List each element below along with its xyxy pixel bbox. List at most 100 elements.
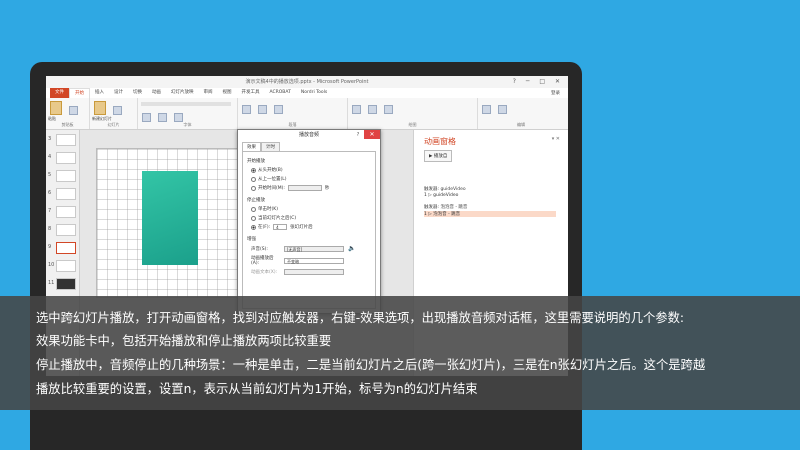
thumb-number: 8 [48, 226, 52, 232]
help-icon[interactable]: ? [352, 130, 364, 140]
align-icon[interactable] [274, 105, 284, 114]
start-option-beginning[interactable]: 从头开始(B) [251, 167, 371, 173]
play-audio-dialog: 播放音频 ? ✕ 效果 计时 开始播放 从头开始(B) 从上一位置(L) 开始时… [237, 129, 381, 314]
dialog-controls: ? ✕ [352, 130, 380, 140]
replace-icon[interactable] [498, 105, 508, 114]
slide-thumbnail[interactable] [56, 206, 76, 218]
tab-developer[interactable]: 开发工具 [237, 88, 265, 98]
animation-item[interactable]: 1 ▷ guideVideo [424, 193, 556, 199]
tab-nordri-tools[interactable]: Nordri Tools [296, 88, 332, 98]
sound-row: 声音(S): [无声音] 🔈 [251, 245, 371, 252]
thumb-number: 7 [48, 208, 52, 214]
sound-select[interactable]: [无声音] [284, 245, 344, 252]
underline-icon[interactable] [174, 113, 184, 122]
dialog-title: 播放音频 [298, 132, 319, 138]
quick-styles-icon[interactable] [384, 105, 394, 114]
slide-thumbnail[interactable] [56, 152, 76, 164]
teal-shape[interactable] [142, 171, 198, 265]
animation-item-selected[interactable]: 1 ▷ 泡泡音 - 跳音 [424, 211, 556, 217]
slide-thumbnail[interactable] [56, 224, 76, 236]
after-animation-select[interactable]: 不变暗 [284, 257, 344, 264]
radio-icon[interactable] [251, 206, 256, 212]
thumb-number: 9 [48, 244, 52, 250]
radio-icon[interactable] [251, 176, 256, 182]
tab-view[interactable]: 视图 [218, 88, 237, 98]
slide-thumbnail[interactable] [56, 278, 76, 290]
close-icon[interactable]: ✕ [364, 130, 380, 139]
group-label-slides: 幻灯片 [107, 122, 120, 127]
numbering-icon[interactable] [258, 105, 268, 114]
seconds-unit: 秒 [324, 186, 330, 191]
shapes-icon[interactable] [352, 105, 361, 114]
tab-file[interactable]: 文件 [50, 88, 69, 98]
title-bar: 演示文稿4中的播放选项.pptx - Microsoft PowerPoint … [46, 76, 568, 88]
find-icon[interactable] [482, 105, 491, 114]
radio-selected-icon[interactable] [251, 167, 256, 173]
slide-thumbnail[interactable] [56, 260, 76, 272]
paste-icon[interactable] [50, 101, 62, 115]
slide-thumbnail[interactable] [56, 188, 76, 200]
italic-icon[interactable] [158, 113, 168, 122]
tab-animations[interactable]: 动画 [147, 88, 166, 98]
tab-home[interactable]: 开始 [69, 88, 90, 98]
bullets-icon[interactable] [242, 105, 251, 114]
bold-icon[interactable] [142, 113, 151, 122]
tab-transitions[interactable]: 切换 [128, 88, 147, 98]
group-clipboard: 粘贴 剪贴板 [46, 98, 90, 129]
radio-icon[interactable] [251, 185, 256, 191]
user-login[interactable]: 登录 [551, 90, 568, 96]
cut-icon[interactable] [69, 106, 79, 115]
tab-effect[interactable]: 效果 [242, 142, 261, 151]
window-controls[interactable]: ? ─ □ ✕ [513, 78, 564, 85]
new-slide-icon[interactable] [94, 101, 106, 115]
tab-acrobat[interactable]: ACROBAT [265, 88, 296, 98]
tab-slideshow[interactable]: 幻灯片放映 [166, 88, 199, 98]
option-label: 在(F): [258, 225, 271, 230]
option-label: 单击时(K) [258, 207, 278, 212]
ribbon-body: 粘贴 剪贴板 新建幻灯片 幻灯片 字体 段落 绘图 编辑 [46, 98, 568, 130]
dialog-body: 开始播放 从头开始(B) 从上一位置(L) 开始时间(M): 秒 停止播放 单击… [242, 151, 376, 309]
enhance-section-label: 增强 [247, 237, 256, 242]
start-option-last-position[interactable]: 从上一位置(L) [251, 176, 371, 182]
thumb-number: 4 [48, 154, 52, 160]
tab-review[interactable]: 审阅 [199, 88, 218, 98]
slide-thumbnail[interactable] [56, 170, 76, 182]
arrange-icon[interactable] [368, 105, 378, 114]
tab-insert[interactable]: 插入 [90, 88, 109, 98]
group-label-font: 字体 [183, 122, 192, 127]
stop-option-click[interactable]: 单击时(K) [251, 206, 371, 212]
dialog-tabs: 效果 计时 [238, 142, 380, 151]
option-label: 从头开始(B) [258, 168, 283, 173]
radio-icon[interactable] [251, 215, 256, 221]
slides-after-label: 张幻灯片后 [290, 225, 313, 230]
slide-thumbnail[interactable] [56, 134, 76, 146]
caption-line-1: 选中跨幻灯片播放，打开动画窗格，找到对应触发器，右键-效果选项，出现播放音频对话… [36, 311, 685, 325]
thumb-number: 5 [48, 172, 52, 178]
start-time-field[interactable] [287, 185, 322, 191]
animate-text-select[interactable] [284, 269, 344, 275]
group-editing: 编辑 [478, 98, 564, 129]
thumb-number: 3 [48, 136, 52, 142]
slide-count-field[interactable]: 4 [273, 224, 288, 230]
start-option-time[interactable]: 开始时间(M): 秒 [251, 185, 371, 191]
stop-option-after-n[interactable]: 在(F): 4 张幻灯片后 [251, 224, 371, 230]
radio-selected-icon[interactable] [251, 224, 256, 230]
layout-icon[interactable] [113, 106, 123, 115]
caption-line-4: 播放比较重要的设置，设置n，表示从当前幻灯片为1开始，标号为n的幻灯片结束 [36, 382, 478, 396]
font-selector[interactable] [141, 102, 231, 106]
pane-close-icon[interactable]: ▾ ✕ [552, 136, 560, 142]
stop-option-current-slide[interactable]: 当前幻灯片之后(C) [251, 215, 371, 221]
tab-design[interactable]: 设计 [109, 88, 128, 98]
slide-thumbnail-selected[interactable] [56, 242, 76, 254]
trigger-label: 触发器: guideVideo [424, 187, 466, 192]
sound-label: 声音(S): [251, 246, 268, 252]
group-slides: 新建幻灯片 幻灯片 [90, 98, 138, 129]
play-from-button[interactable]: ▶ 播放自 [424, 150, 453, 162]
caption-line-3: 停止播放中，音频停止的几种场景：一种是单击，二是当前幻灯片之后(跨一张幻灯片)，… [36, 358, 706, 372]
option-label: 当前幻灯片之后(C) [258, 216, 297, 221]
thumb-number: 11 [48, 280, 55, 286]
option-label: 从上一位置(L) [258, 177, 287, 182]
speaker-icon[interactable]: 🔈 [348, 245, 355, 252]
tab-timing[interactable]: 计时 [261, 142, 280, 151]
trigger-label: 触发器: 泡泡音 - 跳音 [424, 205, 468, 210]
